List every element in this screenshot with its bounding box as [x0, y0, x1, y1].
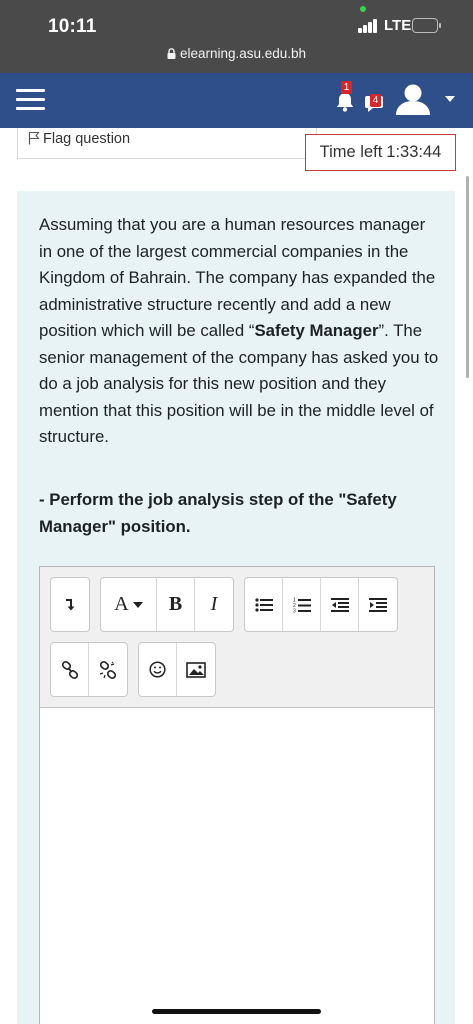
- unlink-icon[interactable]: [89, 643, 127, 696]
- url-text: elearning.asu.edu.bh: [179, 46, 307, 61]
- flag-question-link[interactable]: Flag question: [28, 131, 130, 147]
- notifications-button[interactable]: 1: [334, 81, 356, 113]
- indent-icon[interactable]: [359, 578, 397, 631]
- bold-icon: B: [168, 593, 183, 615]
- battery-icon: [412, 18, 438, 33]
- italic-button[interactable]: I: [195, 578, 233, 631]
- answer-text-area[interactable]: [40, 708, 434, 1024]
- toolbar-group-insert: [138, 642, 216, 697]
- question-text-bold: Safety Manager: [254, 321, 379, 340]
- link-icon[interactable]: [51, 643, 89, 696]
- signal-icon: [358, 19, 380, 33]
- camera-indicator-dot: [360, 6, 366, 12]
- page-scrollbar[interactable]: [466, 176, 469, 378]
- flag-icon: [28, 131, 40, 145]
- lock-icon: [167, 48, 176, 59]
- site-navbar: 1 4: [0, 73, 473, 128]
- unordered-list-icon[interactable]: [245, 578, 283, 631]
- user-avatar[interactable]: [394, 81, 432, 119]
- svg-text:3: 3: [293, 608, 296, 613]
- toolbar-group-links: [50, 642, 128, 697]
- clock: 10:11: [48, 16, 97, 37]
- user-menu-caret-icon[interactable]: [445, 96, 455, 102]
- messages-button[interactable]: 4: [364, 93, 386, 115]
- ordered-list-icon[interactable]: 123: [283, 578, 321, 631]
- show-more-buttons-icon[interactable]: [51, 578, 89, 631]
- bold-button[interactable]: B: [157, 578, 195, 631]
- notifications-badge: 1: [341, 81, 352, 94]
- toolbar-group-more: [50, 577, 90, 632]
- chevron-down-icon: [132, 601, 143, 608]
- flag-question-label: Flag question: [43, 131, 131, 147]
- editor-toolbar: A B I 123: [40, 567, 434, 708]
- question-text: Assuming that you are a human resources …: [39, 212, 439, 451]
- image-icon[interactable]: [177, 643, 215, 696]
- timer-value: 1:33:44: [386, 143, 442, 161]
- timer-label: Time left: [319, 143, 383, 161]
- url-bar[interactable]: elearning.asu.edu.bh: [0, 46, 473, 61]
- menu-icon[interactable]: [16, 89, 45, 111]
- status-bar: 10:11 LTE elearning.asu.edu.bh: [0, 0, 473, 73]
- question-text-panel: Assuming that you are a human resources …: [17, 191, 455, 1024]
- toolbar-group-style: A B I: [100, 577, 234, 632]
- emoji-icon[interactable]: [139, 643, 177, 696]
- font-style-button[interactable]: A: [101, 578, 157, 631]
- network-type: LTE: [384, 17, 412, 34]
- toolbar-group-lists: 123: [244, 577, 398, 632]
- answer-editor: A B I 123: [39, 566, 435, 1024]
- home-indicator: [152, 1009, 321, 1014]
- outdent-icon[interactable]: [321, 578, 359, 631]
- user-icon: [396, 84, 430, 115]
- question-task: - Perform the job analysis step of the "…: [39, 490, 397, 536]
- messages-badge: 4: [370, 94, 381, 107]
- quiz-timer: Time left 1:33:44: [305, 134, 456, 171]
- font-style-icon: A: [114, 593, 129, 615]
- italic-icon: I: [210, 593, 218, 615]
- question-info-box: Flag question: [17, 128, 317, 159]
